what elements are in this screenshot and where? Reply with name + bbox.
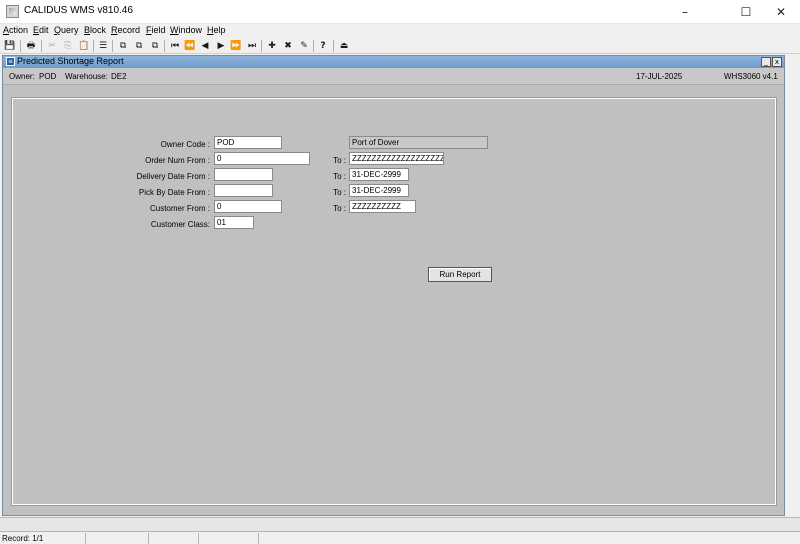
owner-label: Owner: — [9, 72, 35, 81]
save-icon[interactable]: 💾 — [3, 39, 17, 53]
status-cell — [85, 533, 86, 544]
exit-icon[interactable]: ⏏ — [337, 39, 351, 53]
delivery-date-from-input[interactable] — [214, 168, 273, 181]
pick-by-date-from-label: Pick By Date From : — [138, 188, 210, 197]
window-title: CALIDUS WMS v810.46 — [24, 5, 133, 16]
delivery-date-to-input[interactable]: 31-DEC-2999 — [349, 168, 409, 181]
menu-block[interactable]: Block — [84, 25, 106, 35]
previous-record-icon[interactable]: ◀ — [198, 39, 212, 53]
owner-code-input[interactable]: POD — [214, 136, 282, 149]
close-icon[interactable]: ✕ — [758, 0, 800, 24]
cut-icon[interactable]: ✂ — [45, 39, 59, 53]
menu-field[interactable]: Field — [146, 25, 166, 35]
toolbar: 💾 🖶 ✂ ⎘ 📋 ☰ ⧉ ⧉ ⧉ ⏮ ⏪ ◀ ▶ ⏩ ⏭ ✚ ✖ ✎ ? ⏏ — [0, 38, 800, 54]
app-icon — [6, 5, 19, 18]
help-icon[interactable]: ? — [316, 39, 330, 53]
context-info-bar: Owner: POD Warehouse: DE2 17-JUL-2025 WH… — [3, 68, 784, 85]
order-num-from-label: Order Num From : — [145, 156, 210, 165]
menu-query[interactable]: Query — [54, 25, 79, 35]
menu-window[interactable]: Window — [170, 25, 202, 35]
pick-by-date-to-label: To : — [333, 188, 346, 197]
toolbar-separator — [93, 40, 94, 52]
customer-to-label: To : — [333, 204, 346, 213]
previous-block-icon[interactable]: ⏪ — [183, 39, 197, 53]
form-window: ≡ Predicted Shortage Report _ x Owner: P… — [2, 55, 785, 516]
form-minimize-icon[interactable]: _ — [761, 57, 771, 67]
owner-name-display: Port of Dover — [349, 136, 488, 149]
last-record-icon[interactable]: ⏭ — [245, 39, 259, 53]
form-title: Predicted Shortage Report — [17, 56, 124, 66]
insert-record-icon[interactable]: ✚ — [265, 39, 279, 53]
count-query-icon[interactable]: ⧉ — [148, 39, 162, 53]
customer-from-input[interactable]: 0 — [214, 200, 282, 213]
form-titlebar: ≡ Predicted Shortage Report _ x — [3, 56, 784, 68]
toolbar-separator — [164, 40, 165, 52]
warehouse-label: Warehouse: — [65, 72, 108, 81]
pick-by-date-from-input[interactable] — [214, 184, 273, 197]
menu-record[interactable]: Record — [111, 25, 140, 35]
record-counter: Record: 1/1 — [2, 534, 44, 543]
status-bar: Record: 1/1 — [0, 531, 800, 544]
toolbar-separator — [313, 40, 314, 52]
message-line — [0, 517, 800, 531]
print-icon[interactable]: 🖶 — [24, 39, 38, 53]
menu-action[interactable]: Action — [3, 25, 28, 35]
next-block-icon[interactable]: ⏩ — [229, 39, 243, 53]
toolbar-separator — [20, 40, 21, 52]
order-num-from-input[interactable]: 0 — [214, 152, 310, 165]
status-cell — [258, 533, 259, 544]
customer-class-input[interactable]: 01 — [214, 216, 254, 229]
delivery-date-to-label: To : — [333, 172, 346, 181]
toolbar-separator — [333, 40, 334, 52]
copy-icon[interactable]: ⎘ — [61, 39, 75, 53]
owner-value: POD — [39, 72, 57, 81]
menu-help[interactable]: Help — [207, 25, 226, 35]
first-record-icon[interactable]: ⏮ — [168, 39, 182, 53]
clear-record-icon[interactable]: ✎ — [297, 39, 311, 53]
enter-query-icon[interactable]: ⧉ — [116, 39, 130, 53]
order-num-to-label: To : — [333, 156, 346, 165]
execute-query-icon[interactable]: ⧉ — [132, 39, 146, 53]
paste-icon[interactable]: 📋 — [77, 39, 91, 53]
delivery-date-from-label: Delivery Date From : — [136, 172, 210, 181]
menu-edit[interactable]: Edit — [33, 25, 49, 35]
next-record-icon[interactable]: ▶ — [214, 39, 228, 53]
current-date: 17-JUL-2025 — [636, 72, 683, 81]
toolbar-separator — [261, 40, 262, 52]
status-cell — [198, 533, 199, 544]
minimize-icon[interactable]: – — [662, 0, 708, 24]
toolbar-separator — [41, 40, 42, 52]
delete-record-icon[interactable]: ✖ — [281, 39, 295, 53]
form-icon: ≡ — [6, 57, 15, 66]
run-report-button[interactable]: Run Report — [428, 267, 492, 282]
pick-by-date-to-input[interactable]: 31-DEC-2999 — [349, 184, 409, 197]
window-titlebar: CALIDUS WMS v810.46 – ☐ ✕ — [0, 0, 800, 24]
customer-from-label: Customer From : — [149, 204, 210, 213]
owner-code-label: Owner Code : — [160, 140, 210, 149]
status-cell — [148, 533, 149, 544]
menu-bar: Action Edit Query Block Record Field Win… — [0, 24, 800, 38]
customer-to-input[interactable]: ZZZZZZZZZZ — [349, 200, 416, 213]
warehouse-value: DE2 — [111, 72, 127, 81]
form-close-icon[interactable]: x — [772, 57, 782, 67]
customer-class-label: Customer Class: — [150, 220, 210, 229]
order-num-to-input[interactable]: ZZZZZZZZZZZZZZZZZZZZ — [349, 152, 444, 165]
module-id: WHS3060 v4.1 — [724, 72, 778, 81]
clear-form-icon[interactable]: ☰ — [96, 39, 110, 53]
toolbar-separator — [112, 40, 113, 52]
